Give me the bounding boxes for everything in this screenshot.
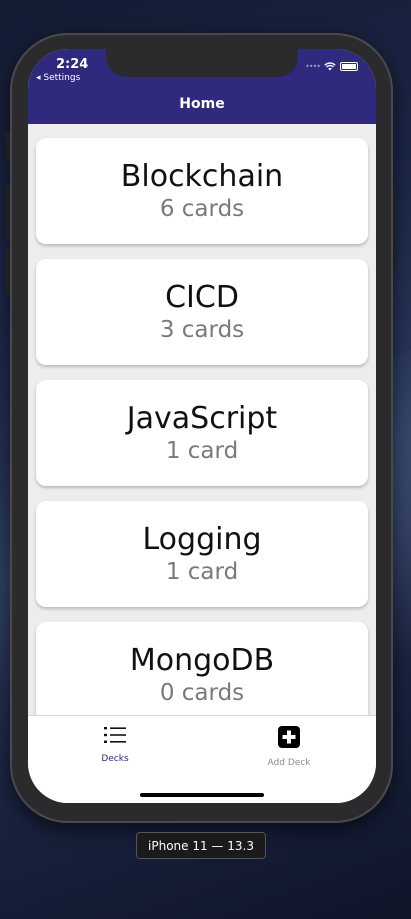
tab-add-deck-label: Add Deck (267, 758, 311, 768)
deck-card-blockchain[interactable]: Blockchain 6 cards (36, 138, 368, 244)
deck-card-count: 6 cards (159, 196, 245, 222)
page-title: Home (179, 96, 225, 112)
list-icon (104, 727, 126, 743)
deck-card-count: 1 card (165, 559, 239, 585)
deck-title: JavaScript (126, 401, 278, 436)
deck-title: MongoDB (129, 643, 275, 678)
tab-decks-label: Decks (101, 754, 129, 764)
battery-icon (340, 62, 358, 71)
deck-title: CICD (165, 280, 239, 315)
deck-card-count: 3 cards (159, 317, 245, 343)
navigation-header: 2:24 ◂ Settings •••• Home (28, 49, 376, 124)
tab-decks[interactable]: Decks (28, 726, 202, 764)
status-indicators: •••• (305, 62, 358, 71)
phone-screen: 2:24 ◂ Settings •••• Home Blockchain 6 c… (28, 49, 376, 803)
deck-card-count: 1 card (165, 438, 239, 464)
status-time: 2:24 (56, 57, 89, 72)
tab-add-deck[interactable]: Add Deck (202, 726, 376, 768)
deck-title: Blockchain (120, 159, 284, 194)
back-to-settings-link[interactable]: ◂ Settings (36, 73, 80, 83)
deck-card-cicd[interactable]: CICD 3 cards (36, 259, 368, 365)
deck-card-mongodb[interactable]: MongoDB 0 cards (36, 622, 368, 728)
plus-square-icon (278, 726, 300, 748)
deck-title: Logging (142, 522, 262, 557)
deck-list: Blockchain 6 cards CICD 3 cards JavaScri… (36, 138, 368, 743)
signal-icon: •••• (305, 62, 321, 71)
simulator-device-label: iPhone 11 — 13.3 (136, 832, 266, 859)
deck-card-count: 0 cards (159, 680, 245, 706)
deck-card-logging[interactable]: Logging 1 card (36, 501, 368, 607)
notch (106, 49, 298, 77)
deck-card-javascript[interactable]: JavaScript 1 card (36, 380, 368, 486)
bottom-tab-bar: Decks Add Deck (28, 715, 376, 803)
home-indicator[interactable] (140, 793, 264, 797)
wifi-icon (324, 62, 336, 71)
